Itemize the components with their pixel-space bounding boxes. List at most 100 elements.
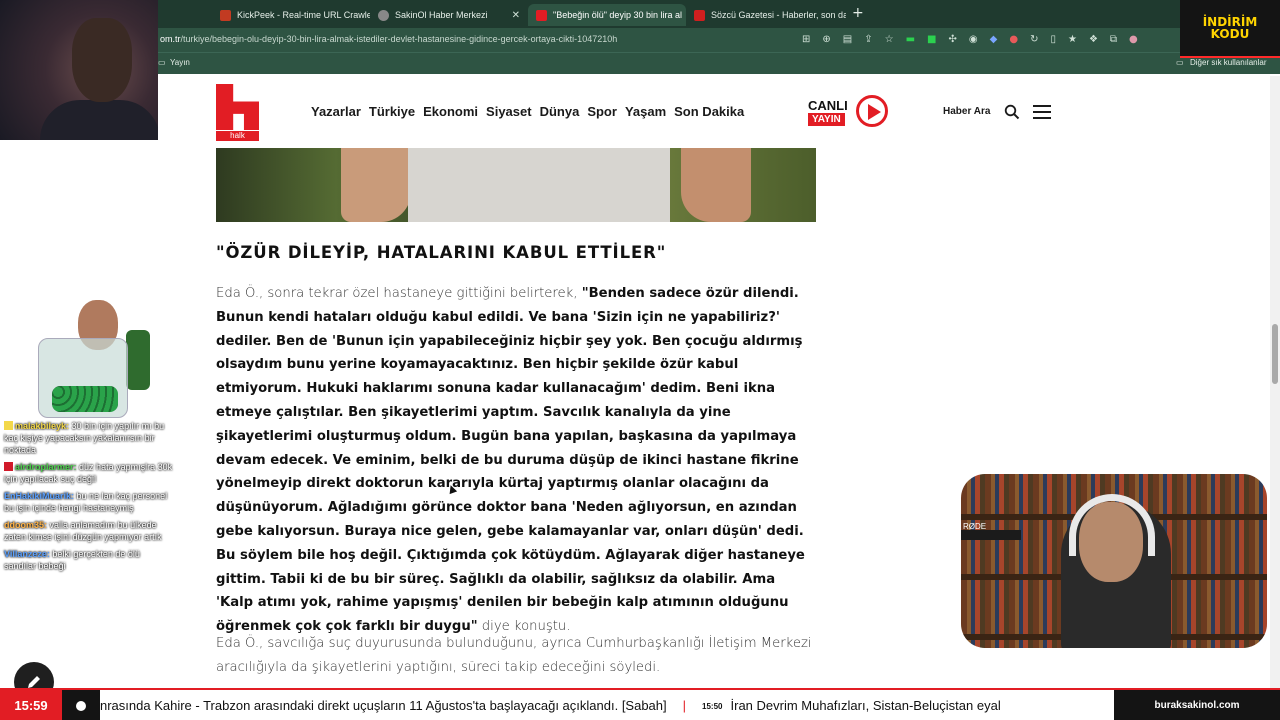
live-sublabel: YAYIN bbox=[808, 113, 845, 126]
split-screen-icon[interactable]: ▯ bbox=[1050, 34, 1056, 45]
sticker-plant bbox=[126, 330, 150, 390]
streamer-webcam-top-left bbox=[0, 0, 158, 140]
scrollbar-thumb[interactable] bbox=[1272, 324, 1278, 384]
chat-username: Villanzeze: bbox=[4, 549, 50, 559]
nav-item-turkiye[interactable]: Türkiye bbox=[369, 104, 415, 119]
paragraph-text: Eda Ö., savcılığa suç duyurusunda bulund… bbox=[216, 636, 812, 675]
extension-icon[interactable]: ◉ bbox=[969, 34, 978, 45]
url-path: /turkiye/bebegin-olu-deyip-30-bin-lira-a… bbox=[180, 34, 618, 44]
image-detail bbox=[408, 148, 670, 222]
refresh-icon[interactable]: ↻ bbox=[1030, 34, 1038, 45]
tab-label: KickPeek - Real-time URL Crawler bbox=[237, 10, 370, 20]
ticker-item: nrasında Kahire - Trabzon arasındaki dir… bbox=[100, 698, 667, 713]
chat-message: ddoom35: valla anlamadım bu ülkede zaten… bbox=[4, 519, 174, 543]
translate-icon[interactable]: ⊞ bbox=[802, 34, 810, 45]
new-tab-icon[interactable]: + bbox=[852, 5, 864, 21]
page-scrollbar[interactable] bbox=[1270, 76, 1280, 688]
extension-icon[interactable]: ◆ bbox=[990, 34, 998, 45]
tab-active-article[interactable]: "Bebeğin ölü" deyip 30 bin lira al ✕ bbox=[528, 4, 686, 26]
site-logo[interactable]: halk bbox=[216, 84, 259, 141]
ticker-site-label: buraksakinol.com bbox=[1114, 690, 1280, 720]
extension-icon[interactable]: ● bbox=[1009, 34, 1018, 45]
live-label: CANLI bbox=[808, 98, 848, 113]
tab-label: Sözcü Gazetesi - Haberler, son da bbox=[711, 10, 846, 20]
bookmark-star-icon[interactable]: ☆ bbox=[885, 34, 894, 45]
downloads-icon[interactable]: ⧉ bbox=[1110, 34, 1117, 45]
chat-message: malakbileyk: 30 bin için yapılır mı bu k… bbox=[4, 420, 174, 456]
share-icon[interactable]: ⇪ bbox=[864, 34, 872, 45]
microphone-arm bbox=[961, 530, 1021, 540]
microphone-brand: RØDE bbox=[963, 522, 987, 531]
tab-sozcu[interactable]: Sözcü Gazetesi - Haberler, son da ✕ bbox=[686, 4, 846, 26]
chat-username: malakbileyk: bbox=[15, 421, 70, 431]
nav-item-spor[interactable]: Spor bbox=[587, 104, 617, 119]
reader-icon[interactable]: ▤ bbox=[843, 34, 852, 45]
bookmark-other-favorites[interactable]: Diğer sık kullanılanlar bbox=[1190, 58, 1266, 67]
ticker-text: nrasında Kahire - Trabzon arasındaki dir… bbox=[100, 690, 1114, 720]
stream-chat: malakbileyk: 30 bin için yapılır mı bu k… bbox=[4, 420, 174, 577]
streamer-webcam-bottom-right: RØDE bbox=[961, 474, 1267, 648]
ticker-separator: | bbox=[682, 698, 687, 713]
search-label[interactable]: Haber Ara bbox=[943, 106, 990, 117]
discount-code-overlay: İNDİRİM KODU bbox=[1180, 0, 1280, 58]
nav-item-siyaset[interactable]: Siyaset bbox=[486, 104, 532, 119]
article-subheading: "ÖZÜR DİLEYİP, HATALARINI KABUL ETTİLER" bbox=[216, 243, 667, 262]
news-ticker: 15:59 nrasında Kahire - Trabzon arasında… bbox=[0, 688, 1280, 720]
image-detail bbox=[681, 148, 751, 222]
nav-item-ekonomi[interactable]: Ekonomi bbox=[423, 104, 478, 119]
profile-avatar[interactable]: ● bbox=[1129, 34, 1138, 45]
live-broadcast-button[interactable]: CANLI YAYIN bbox=[806, 94, 890, 132]
chat-message: Villanzeze: belki gerçekten de ölü sandı… bbox=[4, 548, 174, 572]
chat-message: EnHakikiMuarik: bu ne lan kaç personel b… bbox=[4, 490, 174, 514]
nav-item-son-dakika[interactable]: Son Dakika bbox=[674, 104, 744, 119]
webcam-person bbox=[40, 100, 158, 140]
article-paragraph: Eda Ö., savcılığa suç duyurusunda bulund… bbox=[216, 632, 816, 680]
logo-wordmark: halk bbox=[216, 131, 259, 141]
url-domain: om.tr bbox=[160, 34, 181, 44]
bookmark-folder-icon: ▭ bbox=[1176, 58, 1184, 67]
bookmarks-bar: ▭ Yayın ▭ Diğer sık kullanılanlar bbox=[0, 52, 1280, 74]
tab-sakinol[interactable]: SakinOl Haber Merkezi ✕ bbox=[370, 4, 528, 26]
chat-username: EnHakikiMuarik: bbox=[4, 491, 75, 501]
chat-username: airdroplarmer: bbox=[15, 462, 77, 472]
nav-item-yasam[interactable]: Yaşam bbox=[625, 104, 666, 119]
globe-icon bbox=[378, 9, 389, 21]
tab-kickpeek[interactable]: KickPeek - Real-time URL Crawler ✕ bbox=[212, 4, 370, 26]
main-nav: Yazarlar Türkiye Ekonomi Siyaset Dünya S… bbox=[311, 104, 744, 119]
play-icon bbox=[856, 95, 888, 127]
browser-tab-bar: KickPeek - Real-time URL Crawler ✕ Sakin… bbox=[0, 0, 1280, 28]
url-field[interactable]: om.tr/turkiye/bebegin-olu-deyip-30-bin-l… bbox=[160, 34, 617, 44]
zoom-icon[interactable]: ⊕ bbox=[822, 34, 830, 45]
webcam-person bbox=[72, 18, 132, 102]
chat-badge-icon bbox=[4, 421, 13, 430]
chat-badge-icon bbox=[4, 462, 13, 471]
nav-item-dunya[interactable]: Dünya bbox=[540, 104, 580, 119]
stream-sticker-image bbox=[30, 300, 152, 420]
search-icon[interactable] bbox=[1004, 104, 1020, 120]
bookmark-yayin[interactable]: Yayın bbox=[170, 58, 190, 67]
sticker-balls bbox=[52, 386, 118, 412]
tab-favicon-icon bbox=[536, 9, 547, 21]
headphones-icon bbox=[1069, 494, 1155, 556]
promo-line-2: KODU bbox=[1210, 27, 1250, 41]
site-header: halk Yazarlar Türkiye Ekonomi Siyaset Dü… bbox=[0, 76, 1270, 148]
tab-favicon-icon bbox=[220, 9, 231, 21]
favorites-icon[interactable]: ★ bbox=[1068, 34, 1077, 45]
ticker-clock: 15:59 bbox=[0, 690, 62, 720]
paragraph-lead: Eda Ö., sonra tekrar özel hastaneye gitt… bbox=[216, 286, 582, 301]
logo-mark bbox=[216, 84, 259, 130]
extension-icon[interactable]: ✣ bbox=[949, 34, 957, 45]
nav-item-yazarlar[interactable]: Yazarlar bbox=[311, 104, 361, 119]
image-detail bbox=[341, 148, 411, 222]
paragraph-quote: "Benden sadece özür dilendi. Bunun kendi… bbox=[216, 286, 805, 635]
hamburger-menu-icon[interactable] bbox=[1033, 105, 1051, 119]
collections-icon[interactable]: ❖ bbox=[1089, 34, 1098, 45]
extension-icon[interactable]: ▬ bbox=[906, 34, 915, 45]
ticker-item: İran Devrim Muhafızları, Sistan-Beluçist… bbox=[730, 698, 1001, 713]
tab-close-icon[interactable]: ✕ bbox=[512, 10, 520, 21]
tab-label: SakinOl Haber Merkezi bbox=[395, 10, 488, 20]
extension-icon[interactable]: ■ bbox=[927, 34, 936, 45]
address-bar: om.tr/turkiye/bebegin-olu-deyip-30-bin-l… bbox=[0, 28, 1280, 52]
address-bar-icons: ⊞ ⊕ ▤ ⇪ ☆ ▬ ■ ✣ ◉ ◆ ● ↻ ▯ ★ ❖ ⧉ ● bbox=[802, 34, 1138, 45]
bookmark-folder-icon: ▭ bbox=[158, 58, 166, 67]
